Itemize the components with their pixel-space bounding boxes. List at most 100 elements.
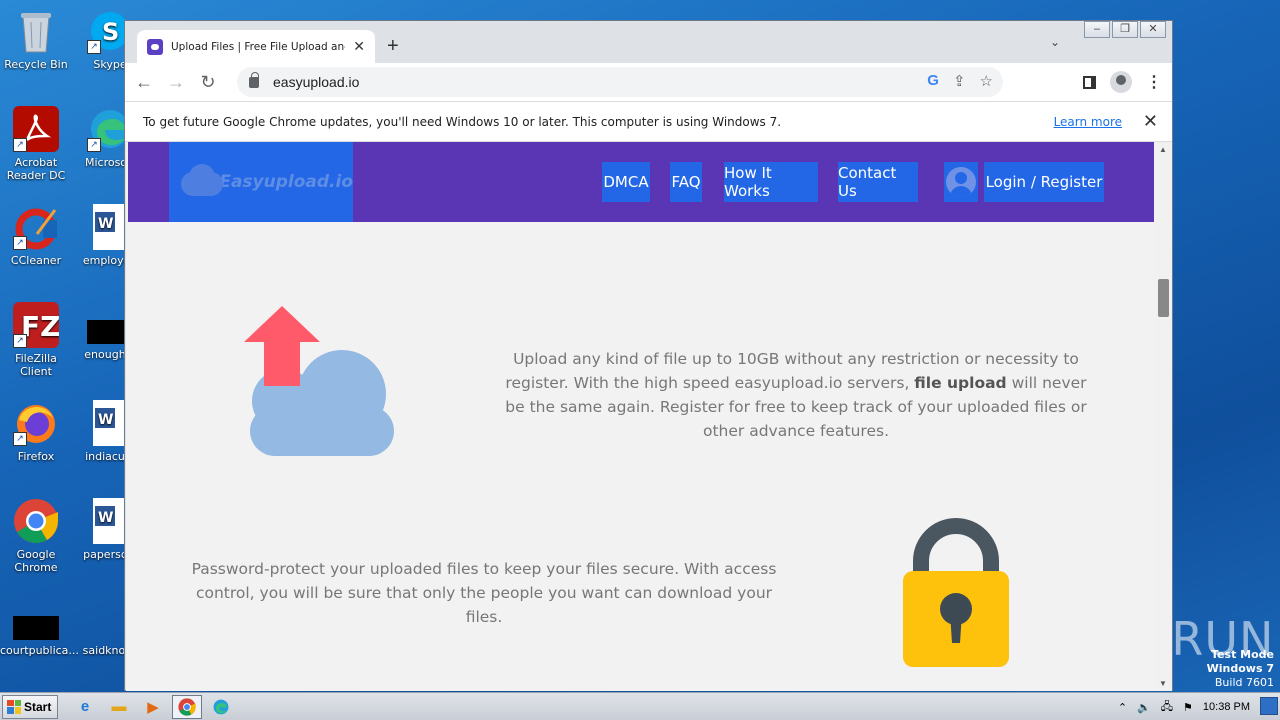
infobar-message: To get future Google Chrome updates, you… <box>143 114 782 129</box>
network-icon[interactable]: 🖧 <box>1161 698 1173 717</box>
word-document-icon: W <box>93 400 127 446</box>
svg-text:S: S <box>102 18 119 46</box>
user-avatar-icon[interactable] <box>944 162 978 202</box>
browser-toolbar: ← → ↻ easyupload.io G ⇪ ☆ ⋮ <box>125 63 1172 101</box>
desktop-icon-label: Google Chrome <box>14 548 58 574</box>
media-player-taskbar-icon[interactable]: ▶ <box>138 695 168 719</box>
tab-title: Upload Files | Free File Upload and T <box>171 40 346 53</box>
bookmark-star-icon[interactable]: ☆ <box>980 72 993 90</box>
firefox-desktop-icon[interactable]: ↗ Firefox <box>0 400 72 463</box>
feature-upload-text: Upload any kind of file up to 10GB witho… <box>496 347 1096 443</box>
build-line: Build 7601 <box>1214 676 1274 689</box>
site-logo[interactable]: Easyupload.io <box>169 142 353 222</box>
logo-text: Easyupload.io <box>219 172 353 192</box>
recycle-bin-desktop-icon[interactable]: Recycle Bin <box>0 8 72 71</box>
easyupload-favicon-icon <box>147 38 163 55</box>
edge-taskbar-icon[interactable] <box>206 695 236 719</box>
action-center-flag-icon[interactable]: ⚑ <box>1183 701 1193 714</box>
nav-how-it-works[interactable]: How It Works <box>724 162 818 202</box>
close-window-icon[interactable]: ✕ <box>1140 21 1166 38</box>
volume-icon[interactable]: 🔈 <box>1137 701 1151 714</box>
upload-cloud-icon <box>244 306 394 456</box>
windows-version-line: Windows 7 <box>1206 662 1274 675</box>
window-controls: – ❐ ✕ <box>1084 21 1166 38</box>
word-document-icon: W <box>93 498 127 544</box>
desktop-icon-label: courtpublica... <box>0 644 79 657</box>
restore-icon[interactable]: ❐ <box>1112 21 1138 38</box>
profile-avatar-icon[interactable] <box>1110 71 1132 93</box>
scroll-down-arrow-icon[interactable]: ▼ <box>1159 679 1167 688</box>
desktop-icon-label: CCleaner <box>10 254 62 267</box>
url-text: easyupload.io <box>273 74 360 90</box>
learn-more-link[interactable]: Learn more <box>1054 115 1122 129</box>
side-panel-icon[interactable] <box>1083 75 1096 89</box>
lock-icon[interactable] <box>249 71 259 88</box>
forward-arrow-icon[interactable]: → <box>163 72 189 93</box>
firefox-icon: ↗ <box>13 400 59 446</box>
desktop-icon-label: Acrobat Reader DC <box>6 156 66 182</box>
update-infobar: To get future Google Chrome updates, you… <box>125 101 1172 142</box>
scroll-thumb[interactable] <box>1158 279 1169 317</box>
desktop-icon-label: Recycle Bin <box>4 58 68 71</box>
chrome-taskbar-icon[interactable] <box>172 694 202 719</box>
system-tray: ⌃ 🔈 🖧 ⚑ 10:38 PM <box>1118 693 1280 720</box>
file-thumbnail-icon <box>13 616 59 640</box>
svg-text:W: W <box>98 412 113 428</box>
nav-contact-us[interactable]: Contact Us <box>838 162 918 202</box>
tab-search-chevron-icon[interactable]: ⌄ <box>1050 35 1060 49</box>
taskbar: Start e ▬ ▶ ⌃ 🔈 🖧 ⚑ 10:38 PM <box>0 692 1280 720</box>
show-desktop-button[interactable] <box>1260 697 1278 715</box>
chrome-icon <box>13 498 59 544</box>
courtpublica-desktop-icon[interactable]: courtpublica... <box>0 616 79 657</box>
start-button[interactable]: Start <box>2 694 58 719</box>
shortcut-arrow-icon: ↗ <box>13 334 27 348</box>
shortcut-arrow-icon: ↗ <box>13 432 27 446</box>
shortcut-arrow-icon: ↗ <box>87 138 101 152</box>
tab-close-icon[interactable]: ✕ <box>353 38 365 55</box>
chrome-desktop-icon[interactable]: Google Chrome <box>0 498 72 574</box>
omnibox-actions: G ⇪ ☆ <box>927 72 993 90</box>
acrobat-desktop-icon[interactable]: ↗ Acrobat Reader DC <box>0 106 72 182</box>
file-explorer-taskbar-icon[interactable]: ▬ <box>104 695 134 719</box>
acrobat-icon: ↗ <box>13 106 59 152</box>
site-header: Easyupload.io DMCA FAQ How It Works Cont… <box>128 142 1154 222</box>
chrome-window: Upload Files | Free File Upload and T ✕ … <box>124 20 1173 691</box>
feature-upload-bold: file upload <box>914 374 1007 392</box>
padlock-icon <box>903 518 1009 667</box>
ccleaner-icon: ↗ <box>13 204 59 250</box>
shortcut-arrow-icon: ↗ <box>87 40 101 54</box>
kebab-menu-icon[interactable]: ⋮ <box>1146 72 1162 92</box>
windows-logo-icon <box>7 699 21 714</box>
tray-expand-icon[interactable]: ⌃ <box>1118 701 1127 714</box>
share-icon[interactable]: ⇪ <box>953 72 966 90</box>
shortcut-arrow-icon: ↗ <box>13 236 27 250</box>
page-scrollbar[interactable]: ▲ ▼ <box>1155 142 1172 691</box>
ccleaner-desktop-icon[interactable]: ↗ CCleaner <box>0 204 72 267</box>
google-translate-icon[interactable]: G <box>927 72 939 90</box>
scroll-up-arrow-icon[interactable]: ▲ <box>1159 145 1167 154</box>
desktop-icon-label: FileZilla Client <box>15 352 57 378</box>
internet-explorer-taskbar-icon[interactable]: e <box>70 695 100 719</box>
new-tab-icon[interactable]: + <box>387 35 399 58</box>
svg-text:W: W <box>98 216 113 232</box>
start-label: Start <box>24 699 52 714</box>
svg-text:W: W <box>98 510 113 526</box>
cloud-logo-icon <box>173 162 224 202</box>
page-viewport: Easyupload.io DMCA FAQ How It Works Cont… <box>126 142 1156 691</box>
back-arrow-icon[interactable]: ← <box>131 72 157 93</box>
nav-dmca[interactable]: DMCA <box>602 162 650 202</box>
reload-icon[interactable]: ↻ <box>195 72 221 93</box>
infobar-close-icon[interactable]: ✕ <box>1143 111 1158 132</box>
word-document-icon: W <box>93 204 127 250</box>
clock[interactable]: 10:38 PM <box>1203 701 1250 713</box>
test-mode-notice: Test Mode Windows 7 Build 7601 <box>1207 648 1274 690</box>
test-mode-line: Test Mode <box>1211 648 1274 661</box>
address-bar[interactable]: easyupload.io G ⇪ ☆ <box>237 67 1003 97</box>
nav-login-register[interactable]: Login / Register <box>984 162 1104 202</box>
desktop-icon-label: Firefox <box>17 450 55 463</box>
tab-easyupload[interactable]: Upload Files | Free File Upload and T ✕ <box>137 30 375 63</box>
minimize-icon[interactable]: – <box>1084 21 1110 38</box>
nav-faq[interactable]: FAQ <box>670 162 702 202</box>
filezilla-desktop-icon[interactable]: FZ ↗ FileZilla Client <box>0 302 72 378</box>
toolbar-right: ⋮ <box>1083 71 1162 93</box>
